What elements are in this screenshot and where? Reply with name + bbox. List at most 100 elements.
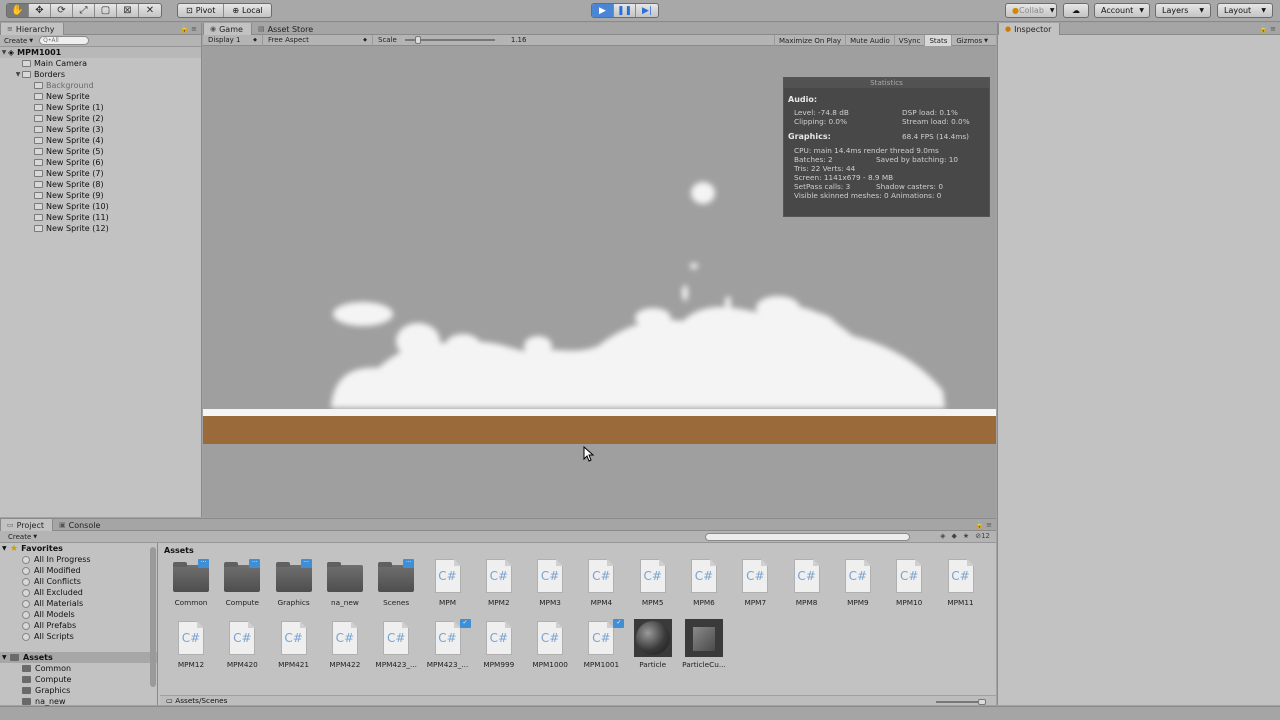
- panel-menu-icon[interactable]: 🔒 ≡: [975, 521, 992, 529]
- asset-cs[interactable]: C# MPM1000: [525, 619, 575, 673]
- hierarchy-item[interactable]: New Sprite (6): [0, 157, 201, 168]
- display-dropdown[interactable]: Display 1 ◆: [203, 34, 263, 46]
- hierarchy-create-button[interactable]: Create ▼: [4, 37, 33, 45]
- hierarchy-item[interactable]: New Sprite (10): [0, 201, 201, 212]
- hierarchy-item[interactable]: New Sprite (8): [0, 179, 201, 190]
- asset-cs[interactable]: C# ✓ MPM1001: [576, 619, 626, 673]
- maximize-on-play-toggle[interactable]: Maximize On Play: [773, 35, 845, 46]
- expand-triangle-icon[interactable]: ▼: [14, 71, 22, 78]
- aspect-dropdown[interactable]: Free Aspect ◆: [263, 34, 373, 46]
- asset-mesh[interactable]: ParticleCu...: [679, 619, 729, 673]
- favorite-item[interactable]: All Models: [0, 609, 157, 620]
- hierarchy-item[interactable]: New Sprite (7): [0, 168, 201, 179]
- hand-tool-icon[interactable]: ✋: [7, 4, 29, 17]
- favorite-item[interactable]: All Materials: [0, 598, 157, 609]
- scale-slider[interactable]: [404, 36, 495, 44]
- favorite-item[interactable]: All Scripts: [0, 631, 157, 642]
- asset-folder[interactable]: ··· Scenes: [371, 557, 421, 611]
- hierarchy-item[interactable]: New Sprite (11): [0, 212, 201, 223]
- hierarchy-item[interactable]: Background: [0, 80, 201, 91]
- hierarchy-item[interactable]: New Sprite (9): [0, 190, 201, 201]
- asset-folder[interactable]: ··· Graphics: [269, 557, 319, 611]
- favorite-star-icon[interactable]: ★: [963, 532, 969, 540]
- tab-console[interactable]: ▣ Console: [53, 519, 108, 531]
- tab-inspector[interactable]: ● Inspector: [998, 23, 1061, 35]
- stats-toggle[interactable]: Stats: [924, 35, 952, 46]
- filter-type-icon[interactable]: ◈: [940, 532, 945, 540]
- scene-row[interactable]: ▼ ◈ MPM1001: [0, 47, 201, 58]
- favorites-heading[interactable]: ▼ ★ Favorites: [0, 543, 157, 554]
- asset-folder[interactable]: ··· Common: [166, 557, 216, 611]
- hierarchy-item[interactable]: Main Camera: [0, 58, 201, 69]
- asset-cs[interactable]: C# MPM3: [525, 557, 575, 611]
- local-button[interactable]: ⊕ Local: [224, 4, 270, 17]
- tab-game[interactable]: ◉ Game: [203, 23, 252, 35]
- asset-folder-item[interactable]: Common: [0, 663, 157, 674]
- mute-audio-toggle[interactable]: Mute Audio: [845, 35, 894, 46]
- favorite-item[interactable]: All Excluded: [0, 587, 157, 598]
- favorite-item[interactable]: All Modified: [0, 565, 157, 576]
- scale-slider-knob[interactable]: [414, 36, 421, 44]
- custom-tool-icon[interactable]: ✕: [139, 4, 161, 17]
- step-button[interactable]: ▶|: [636, 4, 658, 17]
- vsync-toggle[interactable]: VSync: [893, 35, 925, 46]
- hierarchy-item[interactable]: New Sprite (4): [0, 135, 201, 146]
- scale-tool-icon[interactable]: ⤢: [73, 4, 95, 17]
- panel-menu-icon[interactable]: 🔒 ≡: [1259, 25, 1276, 33]
- account-button[interactable]: Account ▼: [1094, 3, 1150, 18]
- cloud-button[interactable]: ☁: [1063, 3, 1089, 18]
- tab-hierarchy[interactable]: ≡ Hierarchy: [0, 23, 64, 35]
- filter-label-icon[interactable]: ◆: [952, 532, 957, 540]
- asset-folder[interactable]: ··· Compute: [217, 557, 267, 611]
- hierarchy-item[interactable]: New Sprite (1): [0, 102, 201, 113]
- layers-button[interactable]: Layers ▼: [1155, 3, 1211, 18]
- hierarchy-item[interactable]: New Sprite (5): [0, 146, 201, 157]
- hierarchy-item[interactable]: New Sprite: [0, 91, 201, 102]
- asset-cs[interactable]: C# MPM7: [730, 557, 780, 611]
- favorite-item[interactable]: All In Progress: [0, 554, 157, 565]
- transform-tool-icon[interactable]: ⊠: [117, 4, 139, 17]
- asset-folder-item[interactable]: Graphics: [0, 685, 157, 696]
- tab-asset-store[interactable]: ▤ Asset Store: [252, 23, 321, 35]
- expand-triangle-icon[interactable]: ▼: [2, 654, 10, 661]
- expand-triangle-icon[interactable]: ▼: [0, 49, 8, 56]
- move-tool-icon[interactable]: ✥: [29, 4, 51, 17]
- collab-button[interactable]: ● Collab ▼: [1005, 3, 1057, 18]
- layout-button[interactable]: Layout ▼: [1217, 3, 1273, 18]
- asset-material[interactable]: Particle: [628, 619, 678, 673]
- asset-cs[interactable]: C# MPM999: [474, 619, 524, 673]
- icon-size-knob[interactable]: [978, 699, 986, 705]
- play-button[interactable]: ▶: [592, 4, 614, 17]
- asset-cs[interactable]: C# MPM5: [628, 557, 678, 611]
- asset-cs[interactable]: C# MPM12: [166, 619, 216, 673]
- rect-tool-icon[interactable]: ▢: [95, 4, 117, 17]
- assets-root[interactable]: ▼ Assets: [0, 652, 157, 663]
- asset-cs[interactable]: C# MPM11: [936, 557, 986, 611]
- asset-cs[interactable]: C# MPM: [423, 557, 473, 611]
- panel-menu-icon[interactable]: 🔒 ≡: [180, 25, 197, 33]
- expand-triangle-icon[interactable]: ▼: [2, 545, 10, 552]
- hierarchy-search-input[interactable]: Q•All: [39, 36, 90, 45]
- asset-cs[interactable]: C# MPM9: [833, 557, 883, 611]
- hidden-count-icon[interactable]: ⊘12: [975, 532, 990, 540]
- pause-button[interactable]: ❚❚: [614, 4, 636, 17]
- asset-cs[interactable]: C# MPM420: [217, 619, 267, 673]
- pivot-button[interactable]: ⊡ Pivot: [178, 4, 225, 17]
- tab-project[interactable]: ▭ Project: [0, 519, 53, 531]
- asset-cs[interactable]: C# MPM2: [474, 557, 524, 611]
- hierarchy-item[interactable]: New Sprite (3): [0, 124, 201, 135]
- hierarchy-item[interactable]: ▼ Borders: [0, 69, 201, 80]
- asset-cs[interactable]: C# MPM423_...: [371, 619, 421, 673]
- gizmos-dropdown[interactable]: Gizmos ▼: [951, 35, 992, 46]
- game-canvas[interactable]: Statistics Audio: Level: -74.8 dB Clippi…: [203, 46, 996, 517]
- favorite-item[interactable]: All Prefabs: [0, 620, 157, 631]
- favorites-scrollbar[interactable]: [150, 547, 156, 687]
- asset-folder[interactable]: na_new: [320, 557, 370, 611]
- project-search-input[interactable]: [705, 533, 910, 541]
- favorite-item[interactable]: All Conflicts: [0, 576, 157, 587]
- asset-cs[interactable]: C# MPM4: [576, 557, 626, 611]
- rotate-tool-icon[interactable]: ⟳: [51, 4, 73, 17]
- hierarchy-item[interactable]: New Sprite (2): [0, 113, 201, 124]
- asset-cs[interactable]: C# MPM421: [269, 619, 319, 673]
- asset-cs[interactable]: C# ✓ MPM423_...: [423, 619, 473, 673]
